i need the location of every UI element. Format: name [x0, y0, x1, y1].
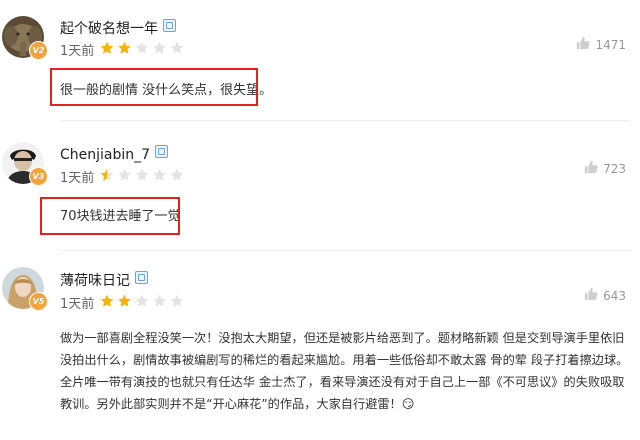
- divider: [60, 250, 630, 251]
- like-count: 643: [603, 288, 626, 303]
- star-icon: [170, 41, 184, 54]
- thumbs-up-icon: [576, 36, 590, 53]
- star-icon: [170, 168, 184, 181]
- like-button[interactable]: 643: [584, 287, 626, 304]
- vip-badge-icon: [155, 145, 169, 158]
- stars-svg: [100, 41, 184, 54]
- star-icon: [118, 41, 131, 54]
- star-icon: [118, 168, 131, 181]
- username[interactable]: 薄荷味日记: [60, 270, 148, 290]
- highlight-box: [40, 197, 180, 235]
- divider: [60, 120, 630, 121]
- avatar[interactable]: V5: [2, 267, 48, 311]
- username[interactable]: 起个破名想一年: [60, 18, 176, 38]
- username-text: 薄荷味日记: [60, 273, 130, 289]
- level-badge: V5: [29, 292, 48, 311]
- vip-badge-icon: [163, 19, 176, 32]
- star-rating: [100, 168, 188, 182]
- stars-svg: [100, 168, 184, 181]
- star-icon: [153, 41, 166, 54]
- star-icon: [135, 168, 149, 181]
- username-text: 起个破名想一年: [60, 21, 158, 37]
- star-icon: [170, 294, 184, 307]
- level-badge: V3: [29, 167, 48, 186]
- highlight-box: [50, 68, 258, 106]
- comment-time: 1天前: [60, 171, 95, 186]
- comment-time: 1天前: [60, 44, 95, 59]
- level-badge: V2: [29, 41, 48, 60]
- like-button[interactable]: 723: [584, 160, 626, 177]
- star-rating: [100, 41, 188, 55]
- star-icon: [118, 294, 131, 307]
- comment-text-line: 教训。另外此部实则并不是“开心麻花”的作品，大家自行避雷！😏: [60, 397, 415, 411]
- star-icon: [100, 168, 114, 181]
- star-icon: [100, 41, 114, 54]
- star-icon: [153, 294, 166, 307]
- avatar[interactable]: V3: [2, 142, 48, 186]
- vip-badge-icon: [135, 271, 148, 284]
- username[interactable]: Chenjiabin_7: [60, 145, 169, 163]
- username-text: Chenjiabin_7: [60, 147, 151, 163]
- like-count: 723: [603, 161, 626, 176]
- thumbs-up-icon: [584, 287, 598, 304]
- like-button[interactable]: 1471: [576, 36, 626, 53]
- avatar[interactable]: V2: [2, 16, 48, 60]
- comment-text-line: 做为一部喜剧全程没笑一次！没抱太大期望，但还是被影片给恶到了。题材略新颖 但是交…: [60, 331, 625, 345]
- thumbs-up-icon: [584, 160, 598, 177]
- stars-svg: [100, 294, 184, 307]
- like-count: 1471: [595, 37, 626, 52]
- star-rating: [100, 294, 188, 308]
- star-icon: [135, 294, 149, 307]
- comment-text: 做为一部喜剧全程没笑一次！没抱太大期望，但还是被影片给恶到了。题材略新颖 但是交…: [60, 327, 630, 415]
- star-icon: [100, 294, 114, 307]
- comment-text-line: 全片唯一带有演技的也就只有任达华 金士杰了，看来导演还没有对于自己上一部《不可思…: [60, 375, 625, 389]
- star-icon: [153, 168, 166, 181]
- comment-time: 1天前: [60, 297, 95, 312]
- comment-text-line: 没拍出什么，剧情故事被编剧写的稀烂的看起来尴尬。用着一些低俗却不敢太露 骨的荤 …: [60, 353, 629, 367]
- star-icon: [135, 41, 149, 54]
